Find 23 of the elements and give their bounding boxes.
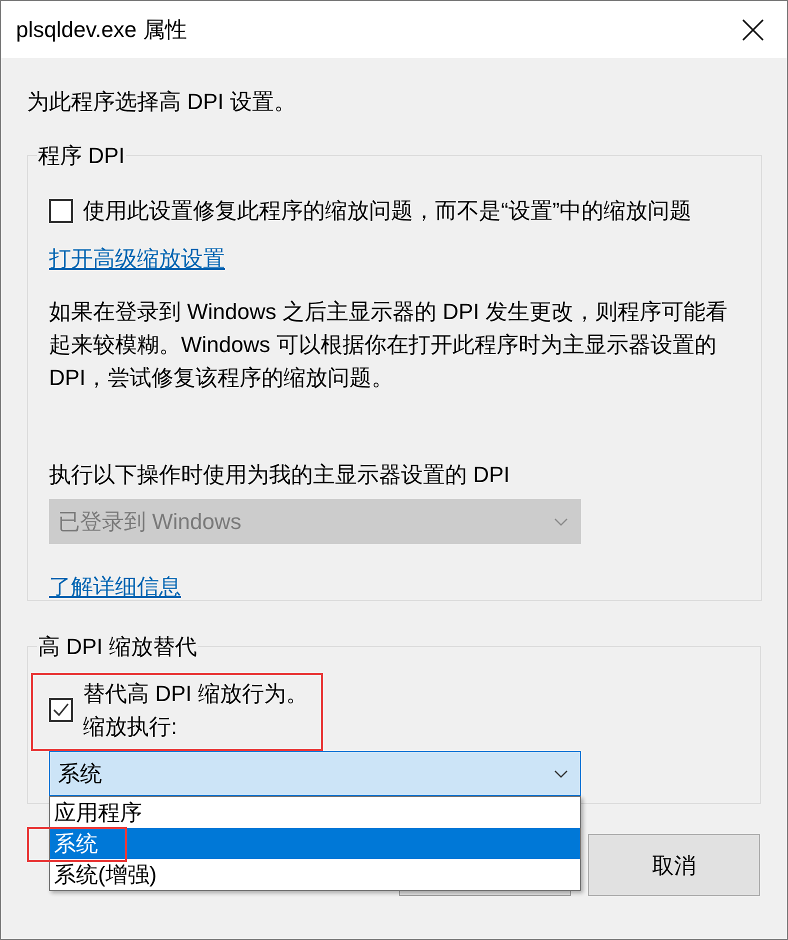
cancel-button[interactable]: 取消 — [588, 834, 760, 896]
learn-more-link[interactable]: 了解详细信息 — [49, 570, 181, 603]
dropdown-option[interactable]: 系统(增强) — [50, 859, 580, 890]
window-title: plsqldev.exe 属性 — [16, 16, 187, 44]
scaling-combo-box[interactable]: 系统 — [49, 751, 581, 796]
checkbox-label: 缩放执行: — [83, 713, 178, 741]
checkbox[interactable] — [49, 698, 73, 722]
checkbox[interactable] — [49, 198, 73, 222]
description-text: 如果在登录到 Windows 之后主显示器的 DPI 发生更改，则程序可能看起来较模糊。Windows 可以根据你在打开此程序时为主显示器设置的 DPI，尝试修复该程序的缩放问题。 — [49, 298, 728, 392]
chevron-down-icon — [554, 518, 568, 526]
checkbox-label: 使用此设置修复此程序的缩放问题，而不是“设置”中的缩放问题 — [83, 197, 692, 225]
close-icon — [742, 18, 764, 40]
dropdown-option[interactable]: 应用程序 — [50, 797, 580, 828]
dropdown-label: 执行以下操作时使用为我的主显示器设置的 DPI — [49, 461, 511, 489]
group-title: 程序 DPI — [37, 142, 126, 170]
close-button[interactable] — [741, 18, 765, 42]
intro-text: 为此程序选择高 DPI 设置。 — [27, 88, 297, 116]
chevron-down-icon — [554, 770, 568, 778]
checkbox-label: 替代高 DPI 缩放行为。 — [83, 680, 308, 708]
dropdown-option[interactable]: 系统 — [50, 828, 580, 859]
checkmark-icon — [53, 703, 69, 717]
advanced-scaling-link[interactable]: 打开高级缩放设置 — [49, 242, 225, 275]
group-title: 高 DPI 缩放替代 — [37, 633, 198, 661]
